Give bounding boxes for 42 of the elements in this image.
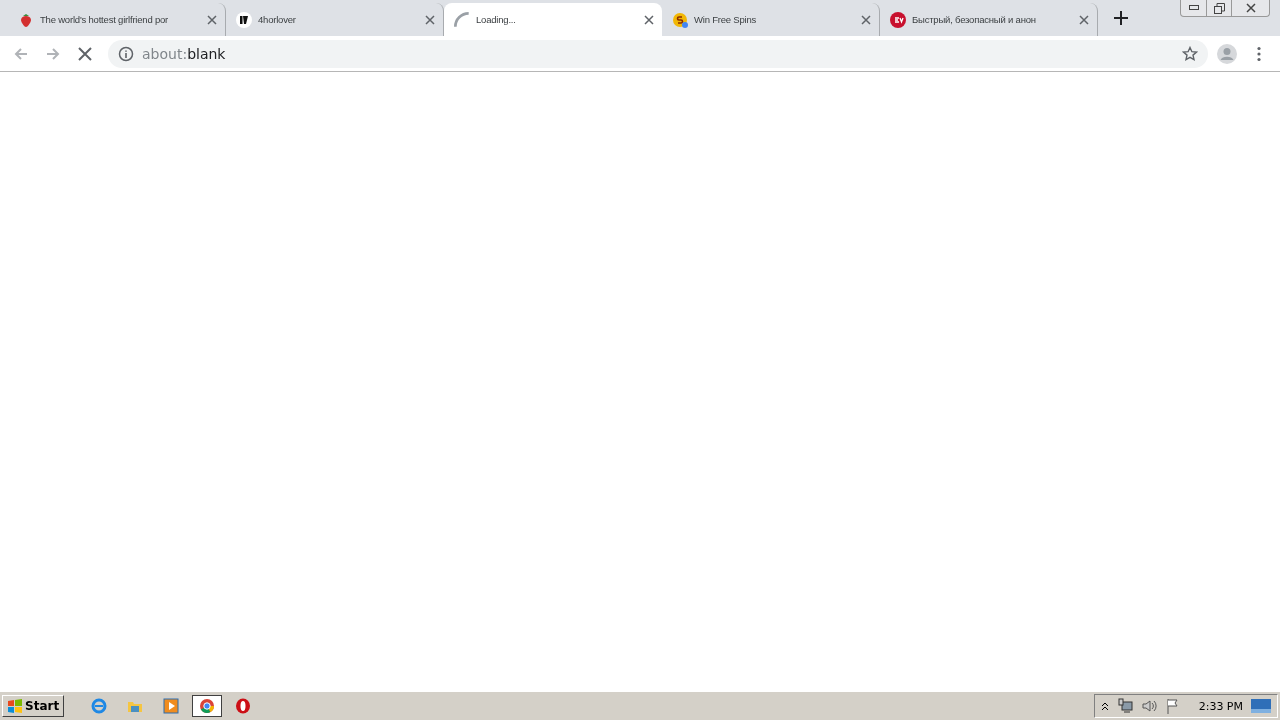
opera-icon — [235, 698, 252, 714]
close-icon — [425, 14, 435, 25]
spinner-icon — [454, 11, 470, 28]
browser-tab[interactable]: Win Free Spins — [662, 3, 880, 36]
forward-arrow-icon — [45, 45, 61, 62]
network-icon[interactable] — [1116, 698, 1133, 714]
flag-icon[interactable] — [1164, 698, 1181, 714]
browser-icon — [91, 698, 108, 714]
chrome-icon — [199, 698, 216, 714]
close-tab-button[interactable] — [642, 12, 656, 27]
chevron-icon[interactable] — [1100, 701, 1109, 711]
start-button[interactable]: Start — [2, 695, 65, 717]
url-text: about:blank — [142, 45, 226, 62]
browser-tab[interactable]: Быстрый, безопасный и анон — [880, 3, 1098, 36]
close-icon — [861, 14, 871, 25]
play-icon — [163, 698, 180, 714]
logo-icon — [236, 11, 252, 28]
close-tab-button[interactable] — [859, 12, 873, 27]
close-icon — [78, 46, 92, 61]
logo-icon — [890, 11, 906, 28]
info-icon[interactable] — [118, 45, 134, 62]
close-icon — [1079, 14, 1089, 25]
minimize-icon — [1188, 5, 1199, 11]
coin-icon — [672, 11, 688, 28]
close-tab-button[interactable] — [423, 12, 437, 27]
clock[interactable]: 2:33 PM — [1198, 699, 1243, 713]
taskbar-button[interactable] — [192, 695, 223, 717]
restore-icon — [1213, 2, 1225, 14]
windows-logo-icon — [7, 699, 23, 713]
back-arrow-icon — [13, 45, 29, 62]
browser-tab[interactable]: Loading... — [444, 3, 662, 36]
browser-tab[interactable]: 4horlover — [226, 3, 444, 36]
close-icon — [207, 14, 217, 25]
close-icon — [644, 14, 654, 25]
close-tab-button[interactable] — [1077, 12, 1091, 27]
address-bar[interactable]: about:blank — [108, 39, 1208, 68]
strawberry-icon — [18, 11, 34, 28]
speaker-icon[interactable] — [1140, 698, 1157, 714]
browser-tab[interactable]: The world's hottest girlfriend por — [8, 3, 226, 36]
close-tab-button[interactable] — [205, 12, 219, 27]
star-icon[interactable] — [1182, 45, 1198, 62]
close-icon — [1245, 3, 1256, 13]
